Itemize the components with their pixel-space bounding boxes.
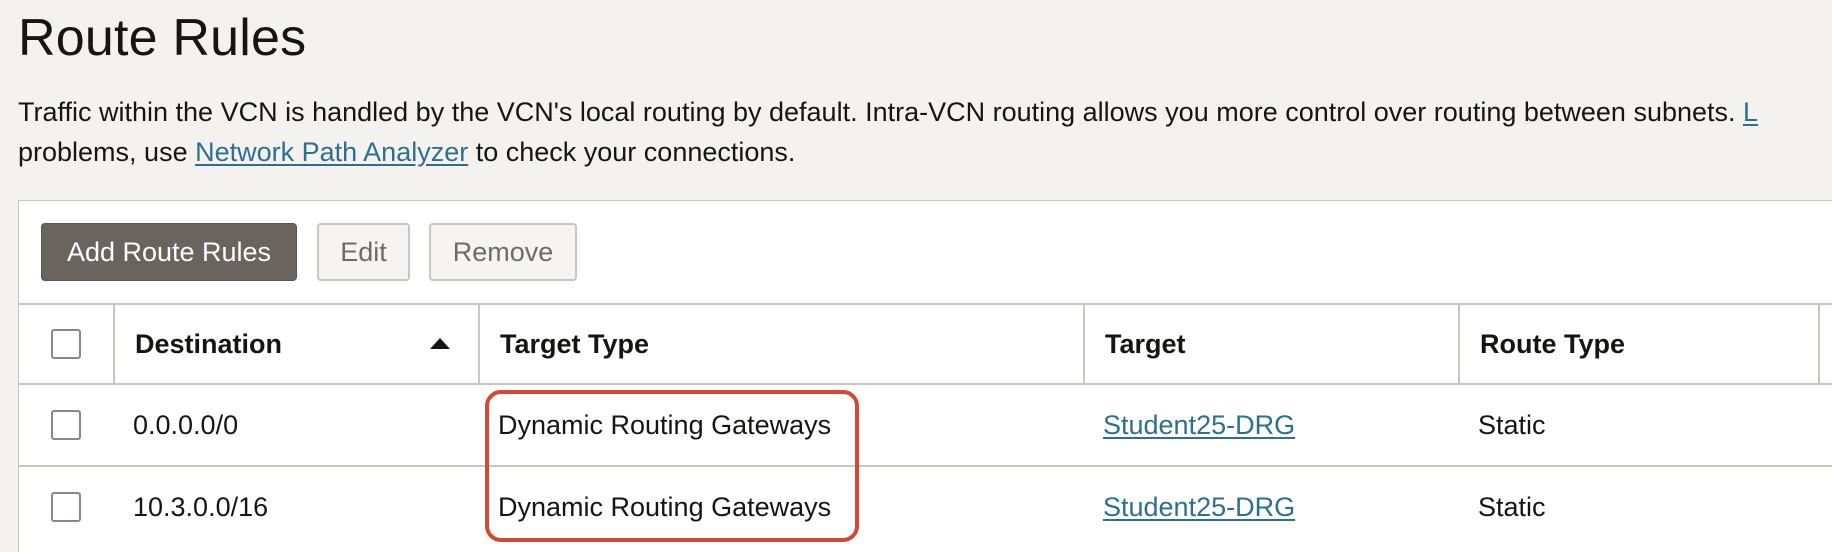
page-description: Traffic within the VCN is handled by the…: [18, 92, 1832, 172]
row-select-cell: [19, 385, 113, 465]
column-header-label: Target Type: [500, 328, 650, 359]
sort-ascending-icon[interactable]: [430, 338, 450, 349]
route-type-cell: Static: [1478, 491, 1546, 522]
table-row: 10.3.0.0/16 Dynamic Routing Gateways Stu…: [19, 465, 1832, 547]
column-header-label: Target: [1105, 328, 1186, 359]
row-select-cell: [19, 467, 113, 547]
target-link[interactable]: Student25-DRG: [1103, 492, 1295, 523]
destination-cell: 10.3.0.0/16: [133, 491, 269, 522]
target-cell: Student25-DRG: [1083, 467, 1458, 547]
column-header-target[interactable]: Target: [1083, 305, 1458, 383]
column-header-destination[interactable]: Destination: [113, 305, 478, 383]
target-type-cell: Dynamic Routing Gateways: [498, 491, 832, 522]
remove-button[interactable]: Remove: [429, 223, 577, 281]
column-header-label: Destination: [135, 328, 283, 359]
learn-more-link[interactable]: L: [1743, 97, 1758, 127]
target-link[interactable]: Student25-DRG: [1103, 410, 1295, 441]
description-text-2: problems, use: [18, 137, 196, 167]
route-rules-panel: Add Route Rules Edit Remove Destination …: [18, 200, 1832, 552]
column-header-target-type[interactable]: Target Type: [478, 305, 1083, 383]
select-all-checkbox[interactable]: [51, 329, 81, 359]
network-path-analyzer-link[interactable]: Network Path Analyzer: [195, 137, 468, 167]
target-cell: Student25-DRG: [1083, 385, 1458, 465]
add-route-rules-button[interactable]: Add Route Rules: [41, 223, 297, 281]
description-text-3: to check your connections.: [468, 137, 796, 167]
edit-button[interactable]: Edit: [317, 223, 410, 281]
route-type-cell: Static: [1478, 409, 1546, 440]
table-header-row: Destination Target Type Target Route Typ…: [19, 303, 1832, 383]
page: Route Rules Traffic within the VCN is ha…: [0, 0, 1832, 552]
row-checkbox[interactable]: [51, 492, 81, 522]
description-text-1: Traffic within the VCN is handled by the…: [18, 97, 1744, 127]
route-rules-table: Destination Target Type Target Route Typ…: [19, 303, 1832, 547]
row-checkbox[interactable]: [51, 410, 81, 440]
target-type-cell: Dynamic Routing Gateways: [498, 409, 832, 440]
column-header-route-type[interactable]: Route Type: [1458, 305, 1818, 383]
column-header-overflow: [1818, 305, 1832, 383]
page-title: Route Rules: [18, 9, 307, 67]
select-all-cell: [19, 305, 113, 383]
destination-cell: 0.0.0.0/0: [133, 409, 239, 440]
column-header-label: Route Type: [1480, 328, 1626, 359]
table-row: 0.0.0.0/0 Dynamic Routing Gateways Stude…: [19, 383, 1832, 465]
